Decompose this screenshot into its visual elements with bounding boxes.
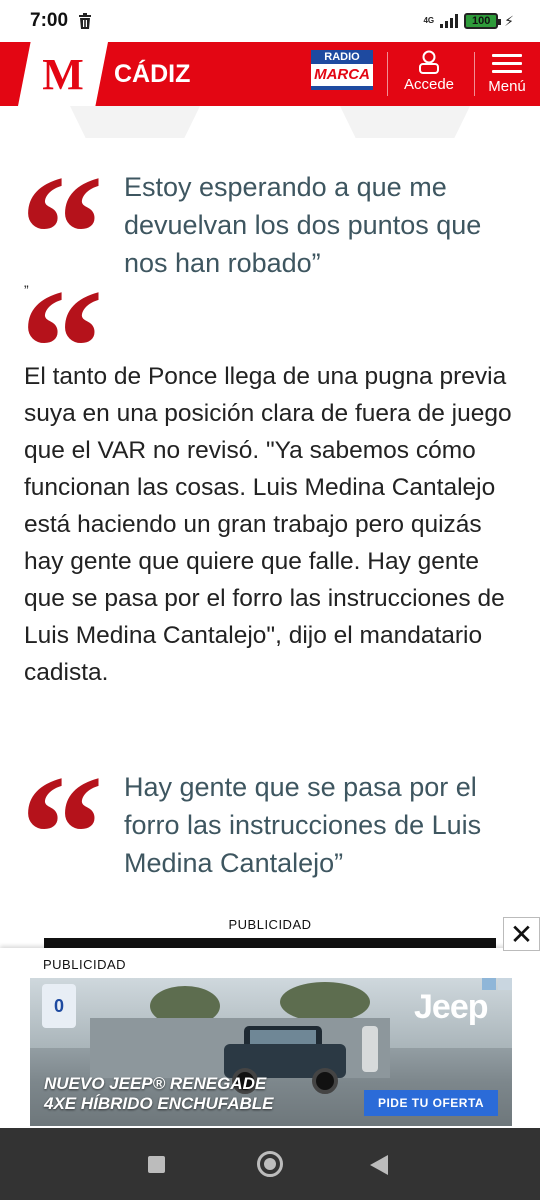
marca-logo[interactable]: M	[18, 42, 108, 106]
pull-quote: Estoy esperando a que me devuelvan los d…	[124, 172, 482, 278]
system-nav-bar	[0, 1128, 540, 1200]
ad-close-small-icon[interactable]	[498, 978, 512, 990]
status-left: 7:00	[30, 10, 92, 32]
header-shadow-shape	[70, 106, 200, 138]
nav-recents-icon[interactable]	[148, 1156, 165, 1173]
ad-badge-icon: 0	[42, 984, 76, 1028]
trash-icon	[79, 13, 92, 29]
hamburger-menu-icon	[492, 54, 522, 73]
signal-icon	[440, 14, 459, 28]
menu-label: Menú	[488, 78, 526, 95]
sticky-ad-label: PUBLICIDAD	[43, 957, 127, 972]
ad-headline-line1: NUEVO JEEP® RENEGADE	[44, 1074, 267, 1093]
close-icon: ✕	[509, 918, 534, 950]
login-button[interactable]: Accede	[394, 48, 464, 100]
radio-marca-logo[interactable]: RADIO MARCA	[311, 50, 373, 96]
login-label: Accede	[403, 76, 455, 93]
ad-cta-button[interactable]: PIDE TU OFERTA	[364, 1090, 498, 1116]
sticky-ad-panel: PUBLICIDAD 0 Jeep NUEVO JEEP® RENEGADE 4…	[0, 948, 540, 1128]
nav-back-icon[interactable]	[370, 1155, 388, 1175]
ad-headline-line2: 4XE HÍBRIDO ENCHUFABLE	[44, 1094, 274, 1113]
radio-underline	[311, 86, 373, 90]
nav-home-icon[interactable]	[257, 1151, 283, 1177]
jeep-logo: Jeep	[414, 988, 488, 1026]
header-shadow-shape	[340, 106, 470, 138]
ad-choices-icon[interactable]	[482, 978, 496, 990]
site-header: M CÁDIZ RADIO MARCA Accede Menú	[0, 42, 540, 106]
status-right: 4G 100 ⚡	[423, 13, 514, 30]
status-bar: 7:00 4G 100 ⚡	[0, 0, 540, 42]
header-divider	[474, 52, 475, 96]
ad-tree	[280, 982, 370, 1022]
inline-ad-label: PUBLICIDAD	[228, 917, 312, 932]
network-type: 4G	[423, 16, 435, 25]
quote-mark-icon: “	[20, 741, 104, 927]
charger-image	[362, 1026, 378, 1072]
charging-bolt-icon: ⚡	[504, 12, 514, 29]
inline-ad-strip[interactable]	[44, 938, 496, 948]
screen: 7:00 4G 100 ⚡ M CÁDIZ RADIO MARCA Accede…	[0, 0, 540, 1200]
user-icon	[419, 50, 439, 74]
header-divider	[387, 52, 388, 96]
ad-headline: NUEVO JEEP® RENEGADE 4XE HÍBRIDO ENCHUFA…	[44, 1074, 274, 1114]
logo-letter: M	[42, 49, 84, 99]
pull-quote: Hay gente que se pasa por el forro las i…	[124, 772, 482, 878]
close-ad-button[interactable]: ✕	[503, 917, 540, 951]
article-paragraph: El tanto de Ponce llega de una pugna pre…	[24, 363, 512, 686]
battery-level: 100	[471, 15, 491, 27]
menu-button[interactable]: Menú	[480, 48, 534, 100]
radio-label: RADIO	[311, 50, 373, 64]
status-time: 7:00	[30, 10, 69, 31]
jeep-ad-banner[interactable]: 0 Jeep NUEVO JEEP® RENEGADE 4XE HÍBRIDO …	[30, 978, 512, 1126]
section-title[interactable]: CÁDIZ	[114, 42, 190, 106]
radio-brand: MARCA	[311, 64, 373, 86]
battery-icon: 100	[464, 13, 502, 29]
